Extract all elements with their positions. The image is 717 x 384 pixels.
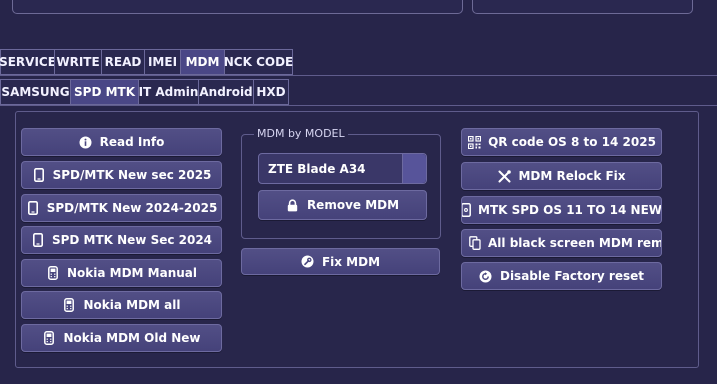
all-black-screen-mdm-remove-button[interactable]: All black screen MDM remove (461, 229, 662, 257)
nokia-mdm-all-button[interactable]: Nokia MDM all (21, 291, 222, 319)
mobile-phone-icon (26, 201, 40, 215)
spd-mtk-new-2024-2025-button[interactable]: SPD/MTK New 2024-2025 (21, 194, 222, 222)
tools-icon (497, 169, 511, 183)
nokia-mdm-manual-label: Nokia MDM Manual (66, 266, 197, 280)
spd-mtk-new-2024-2025-label: SPD/MTK New 2024-2025 (46, 201, 218, 215)
spd-mtk-new-sec-2024-button[interactable]: SPD MTK New Sec 2024 (21, 226, 222, 254)
fix-mdm-label: Fix MDM (321, 254, 381, 269)
tab-hxd[interactable]: HXD (253, 79, 289, 105)
secondary-tab-bar: SAMSUNG SPD MTK IT Admin Android HXD (0, 79, 289, 105)
remove-mdm-button[interactable]: Remove MDM (258, 190, 427, 220)
mdm-by-model-group: MDM by MODEL ZTE Blade A34 Remove MDM (241, 127, 441, 239)
phone-outline-icon (462, 203, 471, 217)
spd-mtk-new-sec-2025-button[interactable]: SPD/MTK New sec 2025 (21, 161, 222, 189)
tab-imei[interactable]: IMEI (144, 49, 181, 75)
primary-tab-bar: SERVICE WRITE READ IMEI MDM NCK CODE (0, 49, 293, 75)
qr-code-os-8-14-label: QR code OS 8 to 14 2025 (488, 135, 656, 149)
qr-code-icon (467, 135, 481, 149)
tab-spd-mtk[interactable]: SPD MTK (70, 79, 139, 105)
disable-factory-reset-label: Disable Factory reset (499, 269, 644, 283)
top-field-right[interactable] (472, 0, 693, 14)
feature-phone-icon (62, 298, 76, 312)
all-black-screen-mdm-remove-label: All black screen MDM remove (488, 236, 662, 250)
lock-icon (286, 198, 300, 212)
tab-service[interactable]: SERVICE (0, 49, 56, 75)
copy-icon (469, 236, 481, 250)
feature-phone-icon (42, 331, 56, 345)
tab-samsung[interactable]: SAMSUNG (0, 79, 71, 105)
nokia-mdm-manual-button[interactable]: Nokia MDM Manual (21, 259, 222, 287)
tab-divider-primary (0, 75, 717, 76)
nokia-mdm-all-label: Nokia MDM all (83, 298, 181, 312)
tab-android[interactable]: Android (198, 79, 254, 105)
mdm-by-model-title: MDM by MODEL (254, 127, 348, 140)
wrench-icon (301, 255, 315, 268)
reset-icon (479, 270, 493, 283)
mobile-phone-icon (31, 233, 45, 247)
disable-factory-reset-button[interactable]: Disable Factory reset (461, 262, 662, 290)
tab-divider-secondary (0, 105, 717, 106)
tab-read[interactable]: READ (101, 49, 145, 75)
read-info-button[interactable]: Read Info (21, 128, 222, 156)
mdm-tool-window: SERVICE WRITE READ IMEI MDM NCK CODE SAM… (0, 0, 717, 384)
remove-mdm-label: Remove MDM (306, 198, 400, 212)
spd-mtk-new-sec-2024-label: SPD MTK New Sec 2024 (51, 233, 213, 247)
qr-code-os-8-14-button[interactable]: QR code OS 8 to 14 2025 (461, 128, 662, 156)
tab-nck-code[interactable]: NCK CODE (224, 49, 293, 75)
model-select-value: ZTE Blade A34 (268, 161, 366, 176)
mdm-relock-fix-button[interactable]: MDM Relock Fix (461, 162, 662, 190)
model-select[interactable]: ZTE Blade A34 (258, 153, 427, 184)
fix-mdm-button[interactable]: Fix MDM (241, 248, 440, 275)
feature-phone-icon (46, 266, 60, 280)
nokia-mdm-old-new-button[interactable]: Nokia MDM Old New (21, 324, 222, 352)
tab-it-admin[interactable]: IT Admin (138, 79, 199, 105)
spd-mtk-new-sec-2025-label: SPD/MTK New sec 2025 (52, 168, 212, 182)
model-select-dropdown-button[interactable] (402, 154, 426, 183)
mtk-spd-os-11-14-new-label: MTK SPD OS 11 TO 14 NEW (478, 203, 662, 217)
tab-write[interactable]: WRITE (54, 49, 102, 75)
top-field-left[interactable] (12, 0, 463, 14)
mtk-spd-os-11-14-new-button[interactable]: MTK SPD OS 11 TO 14 NEW (461, 196, 662, 224)
nokia-mdm-old-new-label: Nokia MDM Old New (63, 331, 201, 345)
mdm-relock-fix-label: MDM Relock Fix (518, 169, 626, 183)
mobile-phone-icon (32, 168, 46, 182)
read-info-label: Read Info (99, 135, 165, 149)
tab-mdm[interactable]: MDM (180, 49, 225, 75)
info-icon (79, 136, 93, 149)
